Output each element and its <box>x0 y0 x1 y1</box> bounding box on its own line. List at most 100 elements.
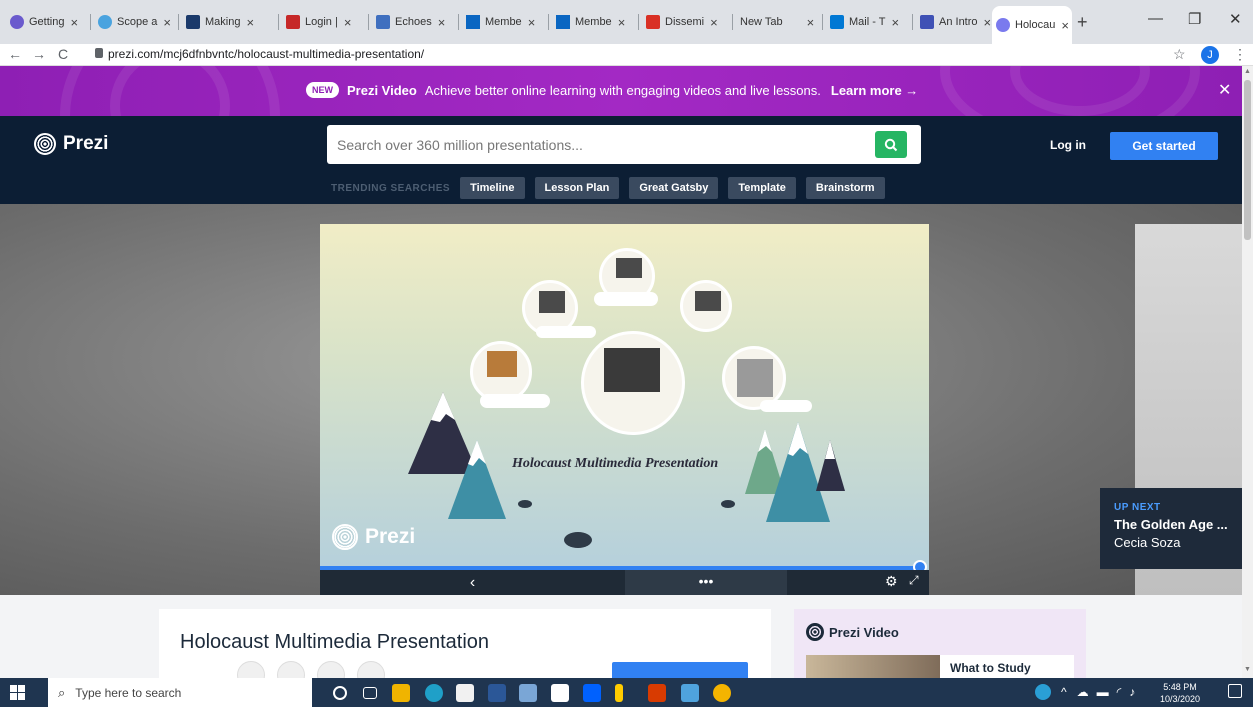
up-next-label: UP NEXT <box>1114 502 1161 513</box>
prezi-video-panel: Prezi Video What to Study <box>794 609 1086 678</box>
url-field[interactable]: prezi.com/mcj6dfnbvntc/holocaust-multime… <box>108 47 424 61</box>
search-button[interactable] <box>875 131 907 158</box>
prezi-logo-icon <box>34 133 56 155</box>
tab-close-icon[interactable]: × <box>528 15 536 30</box>
browser-tab[interactable]: New Tab × <box>736 8 820 36</box>
site-header: Prezi TRENDING SEARCHES Timeline Lesson … <box>0 116 1242 204</box>
trending-chip-timeline[interactable]: Timeline <box>460 177 525 199</box>
task-view-icon[interactable] <box>363 687 377 699</box>
presentation-stage: Holocaust Multimedia Presentation Prezi … <box>0 204 1242 595</box>
wifi-icon[interactable]: ◜ <box>1117 685 1122 699</box>
onedrive-tray-icon[interactable]: ☁ <box>1077 685 1089 699</box>
scroll-down-arrow-icon[interactable]: ▼ <box>1244 666 1251 673</box>
search-input[interactable] <box>337 125 857 164</box>
scroll-up-arrow-icon[interactable]: ▲ <box>1244 68 1251 75</box>
battery-icon[interactable]: ▬ <box>1097 685 1109 699</box>
store-icon[interactable] <box>456 684 474 702</box>
browser-tab[interactable]: Echoes × <box>372 8 456 36</box>
browser-tab[interactable]: An Intro × <box>916 8 998 36</box>
page-scrollbar[interactable]: ▲ ▼ <box>1242 66 1253 678</box>
tab-close-icon[interactable]: × <box>344 15 352 30</box>
learn-more-link[interactable]: Learn more → <box>831 83 918 98</box>
scroll-thumb[interactable] <box>1244 80 1251 240</box>
browser-tab[interactable]: Membe × <box>462 8 546 36</box>
profile-avatar[interactable]: J <box>1201 46 1219 64</box>
close-promo-icon[interactable]: ✕ <box>1218 80 1231 100</box>
tab-close-icon[interactable]: × <box>1061 18 1069 33</box>
onedrive-icon[interactable] <box>519 684 537 702</box>
new-badge: NEW <box>306 82 339 98</box>
tab-close-icon[interactable]: × <box>163 15 171 30</box>
trending-chip-great-gatsby[interactable]: Great Gatsby <box>629 177 719 199</box>
edge-icon[interactable] <box>425 684 443 702</box>
close-window-button[interactable]: ✕ <box>1229 10 1242 28</box>
details-section: Holocaust Multimedia Presentation Prezi … <box>0 595 1242 689</box>
browser-tab[interactable]: Login | × <box>282 8 366 36</box>
tab-close-icon[interactable]: × <box>438 15 446 30</box>
notifications-icon[interactable] <box>1228 684 1242 698</box>
system-tray: ^ ☁ ▬ ◜ ♪ <box>1035 684 1135 700</box>
browser-tab[interactable]: Scope a × <box>94 8 176 36</box>
power-icon[interactable] <box>615 684 623 702</box>
login-link[interactable]: Log in <box>1050 138 1086 152</box>
trending-chip-lesson-plan[interactable]: Lesson Plan <box>534 177 620 199</box>
tab-close-icon[interactable]: × <box>70 15 78 30</box>
tab-close-icon[interactable]: × <box>246 15 254 30</box>
tab-close-icon[interactable]: × <box>710 15 718 30</box>
bookmark-star-icon[interactable]: ☆ <box>1173 46 1186 63</box>
new-tab-button[interactable]: + <box>1077 12 1088 33</box>
prezi-logo-icon <box>332 524 358 550</box>
taskbar-search[interactable]: ⌕ Type here to search <box>48 678 312 707</box>
dropbox-icon[interactable] <box>583 684 601 702</box>
word-icon[interactable] <box>488 684 506 702</box>
browser-tab[interactable]: Membe × <box>552 8 636 36</box>
help-icon[interactable] <box>1035 684 1051 700</box>
trending-chip-brainstorm[interactable]: Brainstorm <box>805 177 885 199</box>
slide-title: Holocaust Multimedia Presentation <box>512 456 719 471</box>
promo-text: Achieve better online learning with enga… <box>424 82 821 98</box>
settings-icon[interactable]: ⚙ <box>885 573 898 590</box>
get-started-button[interactable]: Get started <box>1110 132 1218 160</box>
fullscreen-icon[interactable]: ⤢ <box>909 573 919 588</box>
browser-tab-active[interactable]: Holocau × <box>992 6 1072 44</box>
tab-close-icon[interactable]: × <box>891 15 899 30</box>
maximize-button[interactable]: ❐ <box>1188 10 1201 28</box>
tab-favicon-icon <box>186 15 200 29</box>
previous-slide-button[interactable]: ‹ <box>320 570 625 595</box>
browser-tab[interactable]: Getting × <box>6 8 88 36</box>
photos-icon[interactable] <box>681 684 699 702</box>
back-button[interactable]: ← <box>8 46 22 62</box>
file-explorer-icon[interactable] <box>392 684 410 702</box>
amazon-icon[interactable] <box>551 684 569 702</box>
reload-button[interactable]: C <box>58 46 68 62</box>
video-card-title[interactable]: What to Study <box>940 655 1074 678</box>
taskbar-clock[interactable]: 5:48 PM 10/3/2020 <box>1160 681 1200 705</box>
trending-label: TRENDING SEARCHES <box>331 182 451 194</box>
windows-start-icon[interactable] <box>10 685 26 701</box>
browser-tab[interactable]: Making × <box>182 8 276 36</box>
tab-close-icon[interactable]: × <box>618 15 626 30</box>
browser-menu-icon[interactable]: ⋮ <box>1233 46 1247 63</box>
browser-tab[interactable]: Mail - T × <box>826 8 910 36</box>
tab-favicon-icon <box>466 15 480 29</box>
chrome-icon[interactable] <box>713 684 731 702</box>
tab-close-icon[interactable]: × <box>984 15 992 30</box>
trending-chip-template[interactable]: Template <box>728 177 796 199</box>
more-options-button[interactable]: ••• <box>625 570 787 595</box>
forward-button[interactable]: → <box>32 46 46 62</box>
tab-favicon-icon <box>556 15 570 29</box>
tab-close-icon[interactable]: × <box>807 15 815 30</box>
cortana-icon[interactable] <box>333 686 347 700</box>
up-next-card[interactable]: UP NEXT The Golden Age ... Cecia Soza <box>1100 488 1242 569</box>
prezi-logo[interactable]: Prezi <box>34 133 108 155</box>
office-icon[interactable] <box>648 684 666 702</box>
presentation-slide[interactable]: Holocaust Multimedia Presentation Prezi <box>320 224 929 570</box>
search-icon: ⌕ <box>58 684 66 700</box>
video-thumbnail[interactable] <box>806 655 944 678</box>
browser-tab[interactable]: Dissemi × <box>642 8 730 36</box>
slide-bubble[interactable] <box>581 331 685 435</box>
chevron-up-icon[interactable]: ^ <box>1061 685 1067 699</box>
minimize-button[interactable]: — <box>1148 10 1163 27</box>
slide-bubble[interactable] <box>680 280 732 332</box>
volume-icon[interactable]: ♪ <box>1129 685 1135 699</box>
